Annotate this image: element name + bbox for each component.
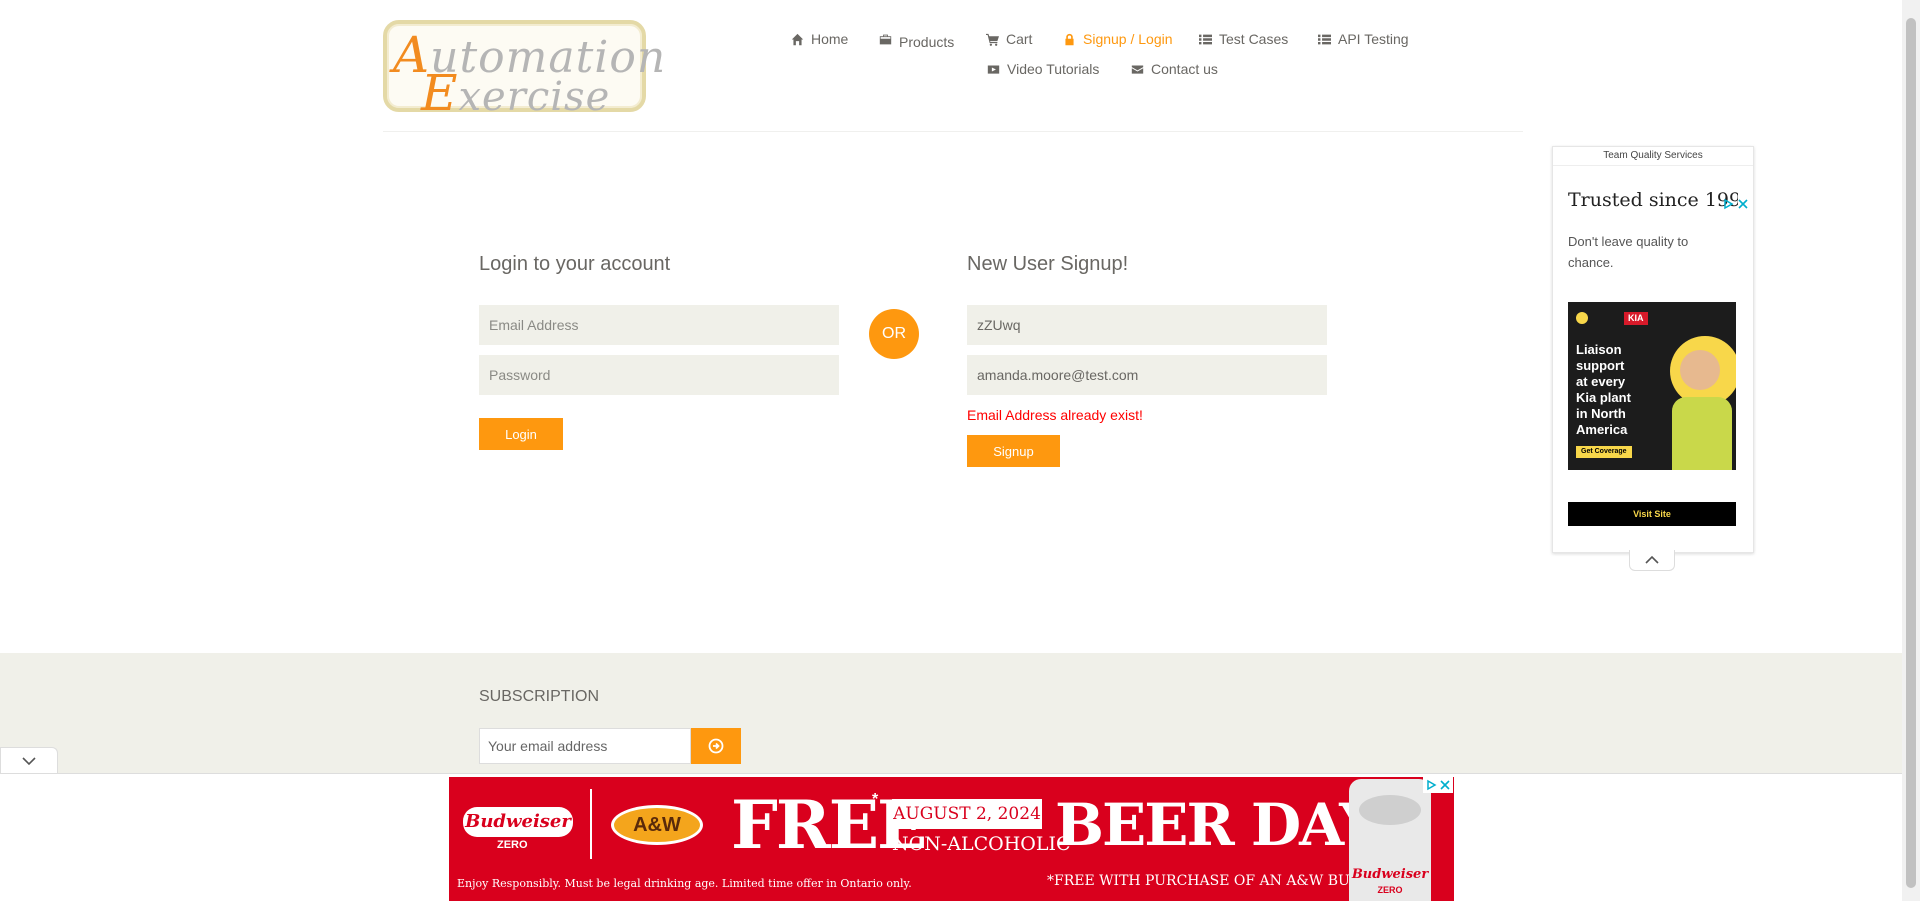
nav-signup-login-label: Signup / Login xyxy=(1083,31,1173,47)
home-icon xyxy=(791,33,804,45)
nav-home-label: Home xyxy=(811,31,849,47)
ad-image-text-6: America xyxy=(1576,422,1628,437)
list-icon xyxy=(1318,34,1331,44)
nav-products[interactable]: Products xyxy=(879,31,955,50)
chevron-up-icon xyxy=(1645,555,1659,564)
nav-products-label: Products xyxy=(899,34,955,50)
or-badge: OR xyxy=(869,309,919,359)
nav-api-testing-label: API Testing xyxy=(1338,31,1409,47)
logo-line-2: Exercise xyxy=(421,64,611,122)
ad-date: AUGUST 2, 2024 xyxy=(892,799,1042,829)
products-icon xyxy=(879,34,892,44)
ad-free-asterisk: * xyxy=(872,791,879,808)
signup-name-input[interactable] xyxy=(967,305,1327,345)
ad-budweiser-zero: ZERO xyxy=(497,839,528,851)
ad-can-image: Budweiser ZERO xyxy=(1349,779,1431,901)
ad-source-label: Team Quality Services xyxy=(1553,147,1753,166)
arrow-circle-right-icon xyxy=(708,738,724,754)
login-email-input[interactable] xyxy=(479,305,839,345)
close-icon[interactable] xyxy=(1439,779,1451,791)
envelope-icon xyxy=(1131,64,1144,74)
nav-video-tutorials[interactable]: Video Tutorials xyxy=(987,61,1099,77)
footer xyxy=(0,653,1902,773)
ad-disclaimer: Enjoy Responsibly. Must be legal drinkin… xyxy=(457,877,912,890)
ad-headline: Trusted since 199 xyxy=(1568,189,1738,211)
login-button[interactable]: Login xyxy=(479,418,563,450)
ad-image-vest xyxy=(1672,397,1732,470)
login-password-input[interactable] xyxy=(479,355,839,395)
ad-non-alcoholic: NON-ALCOHOLIC xyxy=(892,833,1071,855)
signup-title: New User Signup! xyxy=(967,253,1129,275)
youtube-icon xyxy=(987,64,1000,74)
nav-signup-login[interactable]: Signup / Login xyxy=(1063,31,1173,47)
nav-test-cases-label: Test Cases xyxy=(1219,31,1289,47)
ad-footnote: *FREE WITH PURCHASE OF AN A&W BURGER. xyxy=(1047,873,1397,889)
nav-contact-us[interactable]: Contact us xyxy=(1131,61,1218,77)
adchoices-icon[interactable] xyxy=(1425,779,1437,791)
ad-image-person-icon xyxy=(1680,350,1720,390)
ad-image-text-3: at every xyxy=(1576,374,1626,389)
side-ad-collapse-button[interactable] xyxy=(1629,550,1675,571)
ad-subtext: Don't leave quality to chance. xyxy=(1568,234,1689,270)
ad-image-text-1: Liaison xyxy=(1576,342,1622,357)
ad-image-brand: KIA xyxy=(1624,312,1648,325)
nav-contact-us-label: Contact us xyxy=(1151,61,1218,77)
chevron-down-icon xyxy=(22,757,36,766)
ad-beer-day: BEER DAY xyxy=(1055,791,1381,859)
bottom-ad-banner[interactable]: Budweiser ZERO A&W FREE * AUGUST 2, 2024… xyxy=(449,777,1454,901)
lock-icon xyxy=(1065,33,1074,45)
signup-error-message: Email Address already exist! xyxy=(967,407,1143,423)
bottom-adchoices[interactable] xyxy=(1423,777,1453,793)
signup-email-input[interactable] xyxy=(967,355,1327,395)
ad-can-zero: ZERO xyxy=(1377,885,1403,895)
nav-api-testing[interactable]: API Testing xyxy=(1318,31,1409,47)
ad-image-text-2: support xyxy=(1576,358,1625,373)
signup-button[interactable]: Signup xyxy=(967,435,1060,467)
site-logo[interactable]: Automation Exercise xyxy=(383,20,665,122)
ad-visit-site-button[interactable]: Visit Site xyxy=(1568,502,1736,526)
adchoices-icon[interactable] xyxy=(1722,198,1734,210)
ad-image-text-4: Kia plant xyxy=(1576,390,1631,405)
ad-can-emblem xyxy=(1359,795,1421,825)
nav-cart-label: Cart xyxy=(1006,31,1033,47)
ad-aw-logo: A&W xyxy=(611,805,703,845)
adchoices[interactable] xyxy=(1722,196,1752,211)
login-title: Login to your account xyxy=(479,253,671,275)
ad-image[interactable]: KIA Liaison support at every Kia plant i… xyxy=(1568,302,1736,470)
cart-icon xyxy=(986,33,999,46)
subscription-title: SUBSCRIPTION xyxy=(479,688,600,705)
nav-test-cases[interactable]: Test Cases xyxy=(1199,31,1288,47)
nav-cart[interactable]: Cart xyxy=(986,31,1032,47)
header-divider xyxy=(383,131,1523,132)
close-icon[interactable] xyxy=(1737,198,1749,210)
ad-image-text-5: in North xyxy=(1576,406,1626,421)
subscription-email-input[interactable] xyxy=(479,728,691,764)
ad-divider xyxy=(590,789,592,859)
ad-budweiser-logo: Budweiser xyxy=(463,807,573,837)
ad-can-brand: Budweiser xyxy=(1351,867,1429,882)
scrollbar-thumb[interactable] xyxy=(1906,18,1916,888)
nav-video-tutorials-label: Video Tutorials xyxy=(1007,61,1100,77)
ad-image-logo-icon xyxy=(1576,312,1588,324)
bottom-ad-collapse-button[interactable] xyxy=(0,747,58,774)
nav-home[interactable]: Home xyxy=(791,31,848,47)
ad-image-cta[interactable]: Get Coverage xyxy=(1576,446,1632,458)
subscribe-button[interactable] xyxy=(691,728,741,764)
list-icon xyxy=(1199,34,1212,44)
